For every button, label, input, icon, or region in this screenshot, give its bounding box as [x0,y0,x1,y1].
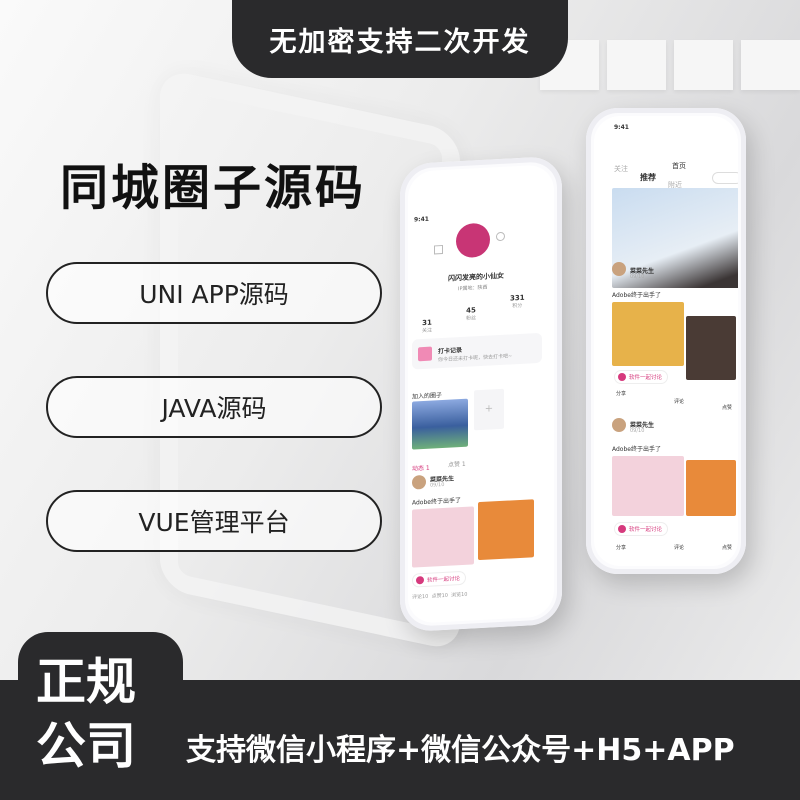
pill-vue: VUE管理平台 [46,490,382,552]
status-time: 9:41 [614,124,629,131]
profile-screen: 9:41 闪闪发亮的小仙女 IP属地：陕西 31 关注 45 粉丝 331 积分 打卡… [408,164,554,624]
like-button[interactable]: 点赞 [722,544,732,551]
post-date: 09/10 [630,428,645,434]
circle-image[interactable] [412,398,468,450]
background-bars [540,40,800,90]
miniprogram-capsule[interactable] [712,172,738,184]
header-title: 首页 [672,162,686,170]
user-avatar [612,262,626,276]
page-title: 同城圈子源码 [60,160,367,216]
checkin-title: 打卡记录 [438,346,463,356]
home-screen: 9:41 首页 关注 推荐 附近 商城 菜菜先生 09/10 Adobe终于出手… [594,116,738,566]
topic-chip[interactable]: 软件一起讨论 [412,570,467,588]
support-text: 支持微信小程序+微信公众号+H5+APP [186,733,735,768]
share-button[interactable]: 分享 [616,390,626,397]
post-text: Adobe终于出手了 [412,497,461,507]
pill-uniapp: UNI APP源码 [46,262,382,324]
edit-icon[interactable] [434,244,443,255]
company-badge: 正规公司 [36,653,136,775]
comment-button[interactable]: 评论 [674,544,684,551]
stat-points[interactable]: 331 积分 [510,294,525,310]
left-phone: 9:41 闪闪发亮的小仙女 IP属地：陕西 31 关注 45 粉丝 331 积分 打卡… [400,155,562,633]
like-button[interactable]: 点赞 [722,404,732,411]
post-text: Adobe终于出手了 [612,446,661,453]
profile-name: 闪闪发亮的小仙女 [448,271,504,283]
user-avatar [612,418,626,432]
topic-chip[interactable]: 软件一起讨论 [614,522,669,536]
post-date: 09/10 [630,274,645,280]
tab-recommend[interactable]: 推荐 [640,172,656,183]
status-time: 9:41 [414,215,429,224]
add-circle-button[interactable]: + [474,388,504,431]
tab-follow[interactable]: 关注 [614,164,628,174]
ip-location: IP属地：陕西 [458,284,488,293]
post-text: Adobe终于出手了 [612,292,661,299]
post-image-2[interactable] [478,499,534,561]
post-image-1[interactable] [412,506,474,568]
calendar-icon [418,346,432,362]
post-date: 09/10 [430,481,445,489]
top-banner: 无加密支持二次开发 [232,0,568,78]
right-phone: 9:41 首页 关注 推荐 附近 商城 菜菜先生 09/10 Adobe终于出手… [586,108,746,574]
post-image-1[interactable] [612,456,684,516]
post-image-2[interactable] [686,316,736,380]
stat-fans[interactable]: 45 粉丝 [466,306,476,322]
topic-chip[interactable]: 软件一起讨论 [614,370,669,384]
user-avatar [412,474,426,490]
circles-heading: 加入的圈子 [412,392,443,401]
post-footer: 评论10 点赞10 浏览10 [412,591,468,601]
tab-likes[interactable]: 点赞 1 [448,459,466,469]
settings-icon[interactable] [496,231,505,242]
post-image-2[interactable] [686,460,736,516]
post-image-1[interactable] [612,302,684,366]
stat-follow[interactable]: 31 关注 [422,319,432,335]
avatar [456,222,490,259]
comment-button[interactable]: 评论 [674,398,684,405]
share-button[interactable]: 分享 [616,544,626,551]
tab-posts[interactable]: 动态 1 [412,463,430,473]
pill-java: JAVA源码 [46,376,382,438]
